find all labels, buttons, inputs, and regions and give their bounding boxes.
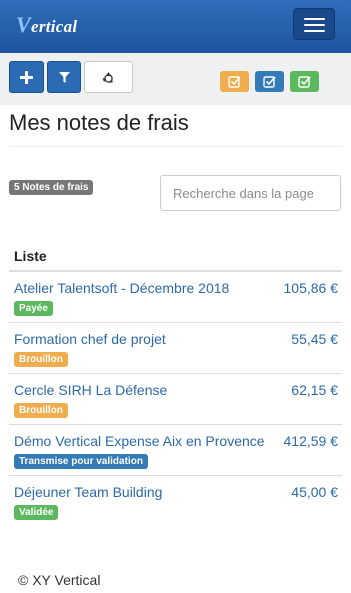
submitted-status-button[interactable] — [255, 71, 284, 92]
brand-logo-text: ertical — [30, 17, 78, 36]
hamburger-icon — [304, 18, 325, 20]
plus-icon — [20, 70, 33, 84]
expense-amount: 62,15 € — [291, 382, 338, 398]
list-item[interactable]: Démo Vertical Expense Aix en Provence 41… — [9, 425, 342, 476]
title-divider — [9, 146, 342, 147]
list-item[interactable]: Cercle SIRH La Défense 62,15 € Brouillon — [9, 374, 342, 425]
list-item[interactable]: Formation chef de projet 55,45 € Brouill… — [9, 323, 342, 374]
status-badge: Brouillon — [14, 352, 68, 367]
expense-amount: 412,59 € — [283, 433, 339, 449]
expense-name[interactable]: Atelier Talentsoft - Décembre 2018 — [14, 280, 229, 296]
search-input[interactable] — [160, 175, 341, 211]
top-navbar: Vertical — [0, 0, 351, 53]
hamburger-icon — [304, 30, 325, 32]
filter-button[interactable] — [47, 61, 81, 93]
expense-name[interactable]: Cercle SIRH La Défense — [14, 382, 167, 398]
check-square-icon — [228, 76, 241, 88]
list-item[interactable]: Atelier Talentsoft - Décembre 2018 105,8… — [9, 272, 342, 323]
footer-copyright: © XY Vertical — [18, 572, 101, 588]
check-square-icon — [263, 76, 276, 88]
brand-logo[interactable]: Vertical — [16, 12, 77, 38]
filter-icon — [58, 71, 70, 83]
expense-name[interactable]: Formation chef de projet — [14, 331, 166, 347]
list-header: Liste — [14, 248, 47, 264]
check-square-icon — [298, 76, 311, 88]
expense-amount: 45,00 € — [291, 484, 338, 500]
pending-status-button[interactable] — [220, 71, 249, 92]
toolbar — [0, 53, 351, 105]
list-item[interactable]: Déjeuner Team Building 45,00 € Validée — [9, 476, 342, 527]
validated-status-button[interactable] — [290, 71, 319, 92]
status-badge: Validée — [14, 505, 59, 520]
expense-name[interactable]: Déjeuner Team Building — [14, 484, 162, 500]
hamburger-icon — [304, 24, 325, 26]
status-badge: Transmise pour validation — [14, 454, 148, 469]
count-badge: 5 Notes de frais — [9, 180, 94, 195]
expense-name[interactable]: Démo Vertical Expense Aix en Provence — [14, 433, 265, 449]
page-title: Mes notes de frais — [9, 110, 189, 135]
expense-amount: 105,86 € — [283, 280, 339, 296]
status-badge: Payée — [14, 301, 53, 316]
recycle-icon — [102, 71, 113, 83]
recycle-button[interactable] — [84, 61, 133, 93]
add-button[interactable] — [9, 61, 44, 93]
menu-toggle-button[interactable] — [293, 8, 335, 40]
expense-amount: 55,45 € — [291, 331, 338, 347]
status-badge: Brouillon — [14, 403, 68, 418]
brand-logo-initial: V — [16, 12, 31, 37]
